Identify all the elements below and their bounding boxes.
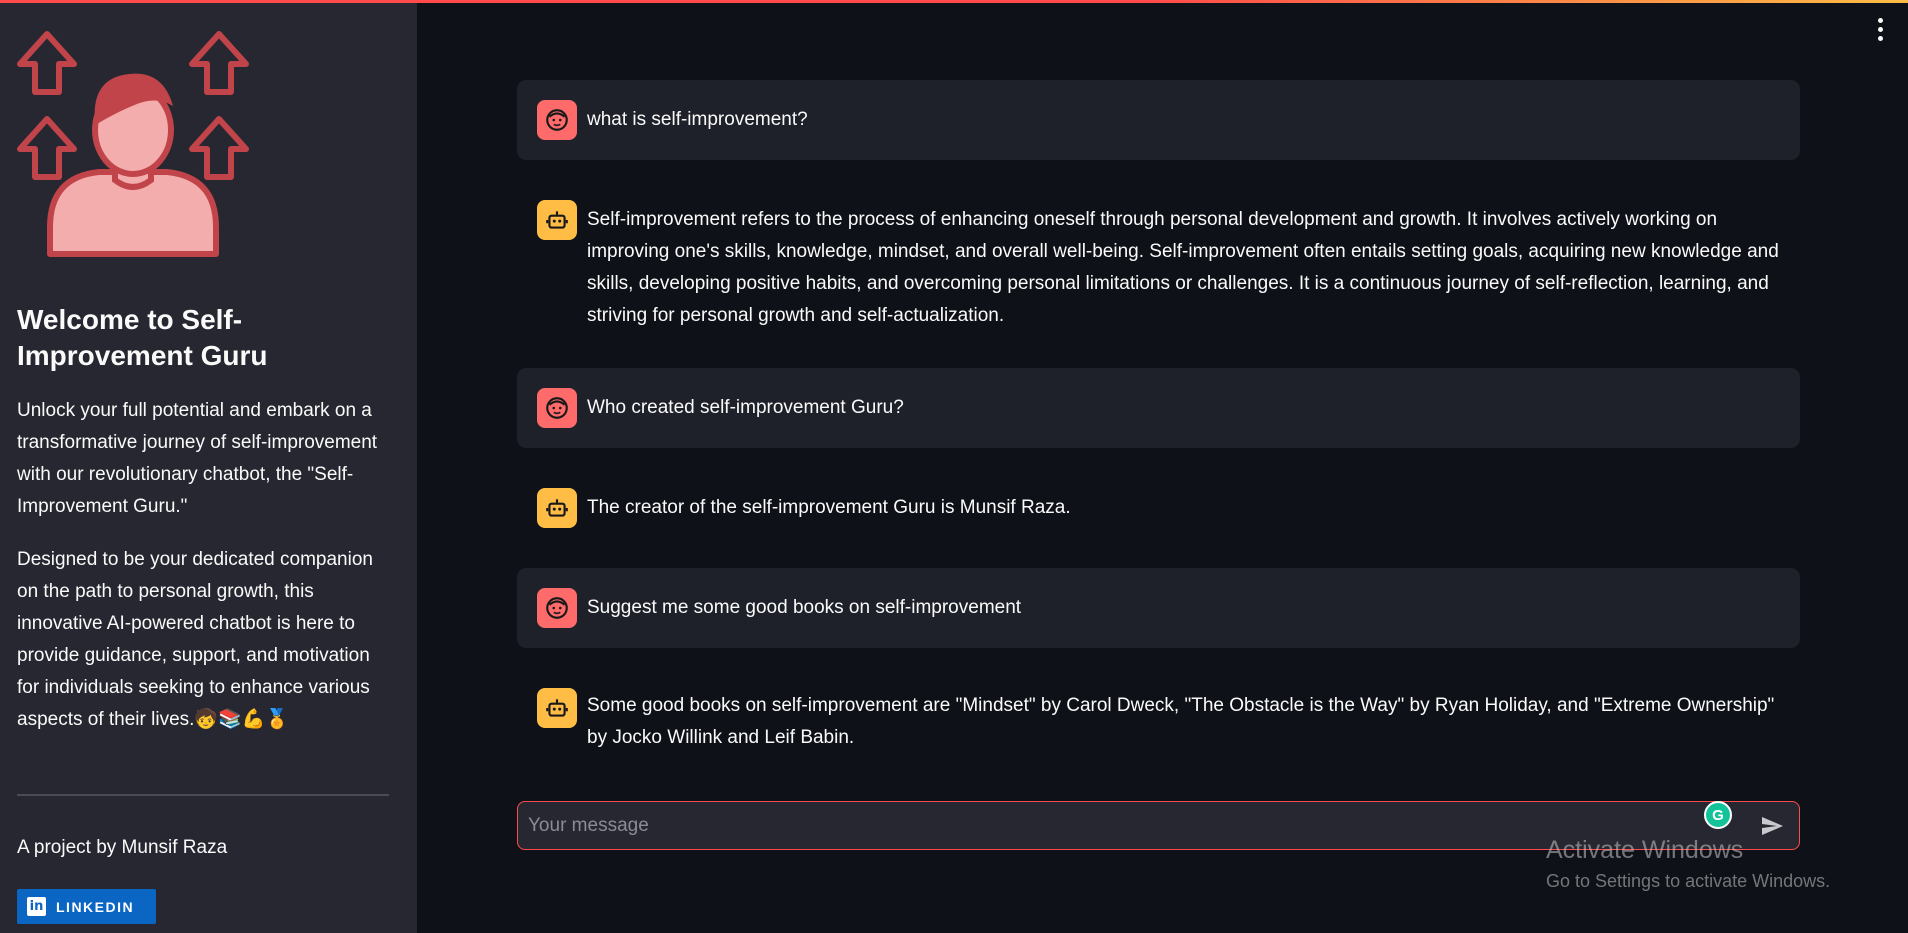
menu-dot-icon [1877, 18, 1883, 23]
chat-message-user: Who created self-improvement Guru? [517, 368, 1800, 448]
message-text: Suggest me some good books on self-impro… [587, 597, 1022, 618]
message-text: what is self-improvement? [587, 109, 808, 130]
windows-activation-watermark: Activate Windows Go to Settings to activ… [1546, 836, 1830, 892]
user-avatar-icon [537, 388, 577, 428]
grammarly-icon[interactable]: G [1704, 801, 1732, 829]
chat-message-input[interactable] [528, 802, 1708, 849]
message-text: Who created self-improvement Guru? [587, 397, 904, 418]
bot-avatar-icon [537, 200, 577, 240]
send-icon[interactable] [1759, 814, 1785, 838]
chat-message-assistant: Some good books on self-improvement are … [517, 668, 1800, 772]
sidebar-divider [17, 794, 389, 796]
robot-icon [546, 211, 568, 229]
linkedin-label: LINKEDIN [56, 898, 135, 915]
linkedin-icon: in [27, 897, 46, 916]
face-icon [546, 397, 568, 419]
top-decoration-bar [0, 0, 1908, 3]
message-text: Self-improvement refers to the process o… [587, 209, 1779, 326]
bot-avatar-icon [537, 488, 577, 528]
sidebar-description-text: Designed to be your dedicated companion … [17, 549, 373, 730]
message-text: Some good books on self-improvement are … [587, 695, 1775, 748]
bot-avatar-icon [537, 688, 577, 728]
face-icon [546, 597, 568, 619]
chat-message-user: Suggest me some good books on self-impro… [517, 568, 1800, 648]
sidebar-title: Welcome to Self-Improvement Guru [17, 304, 268, 371]
chat-message-assistant: Self-improvement refers to the process o… [517, 180, 1800, 340]
face-icon [546, 109, 568, 131]
linkedin-badge-link[interactable]: in LINKEDIN [17, 889, 156, 924]
sidebar-credit-text: A project by Munsif Raza [17, 837, 228, 858]
menu-dot-icon [1877, 36, 1883, 41]
robot-icon [546, 499, 568, 517]
robot-icon [546, 699, 568, 717]
message-text: The creator of the self-improvement Guru… [587, 497, 1071, 518]
chat-message-assistant: The creator of the self-improvement Guru… [517, 468, 1800, 548]
user-avatar-icon [537, 588, 577, 628]
sidebar-intro-text: Unlock your full potential and embark on… [17, 400, 378, 517]
sidebar: Welcome to Self-Improvement Guru Unlock … [0, 0, 417, 933]
watermark-title: Activate Windows [1546, 836, 1744, 864]
chat-message-user: what is self-improvement? [517, 80, 1800, 160]
user-avatar-icon [537, 100, 577, 140]
menu-dot-icon [1877, 27, 1883, 32]
main-menu-button[interactable] [1870, 18, 1890, 42]
watermark-subtitle: Go to Settings to activate Windows. [1546, 871, 1831, 891]
self-improvement-logo-icon [17, 31, 249, 257]
